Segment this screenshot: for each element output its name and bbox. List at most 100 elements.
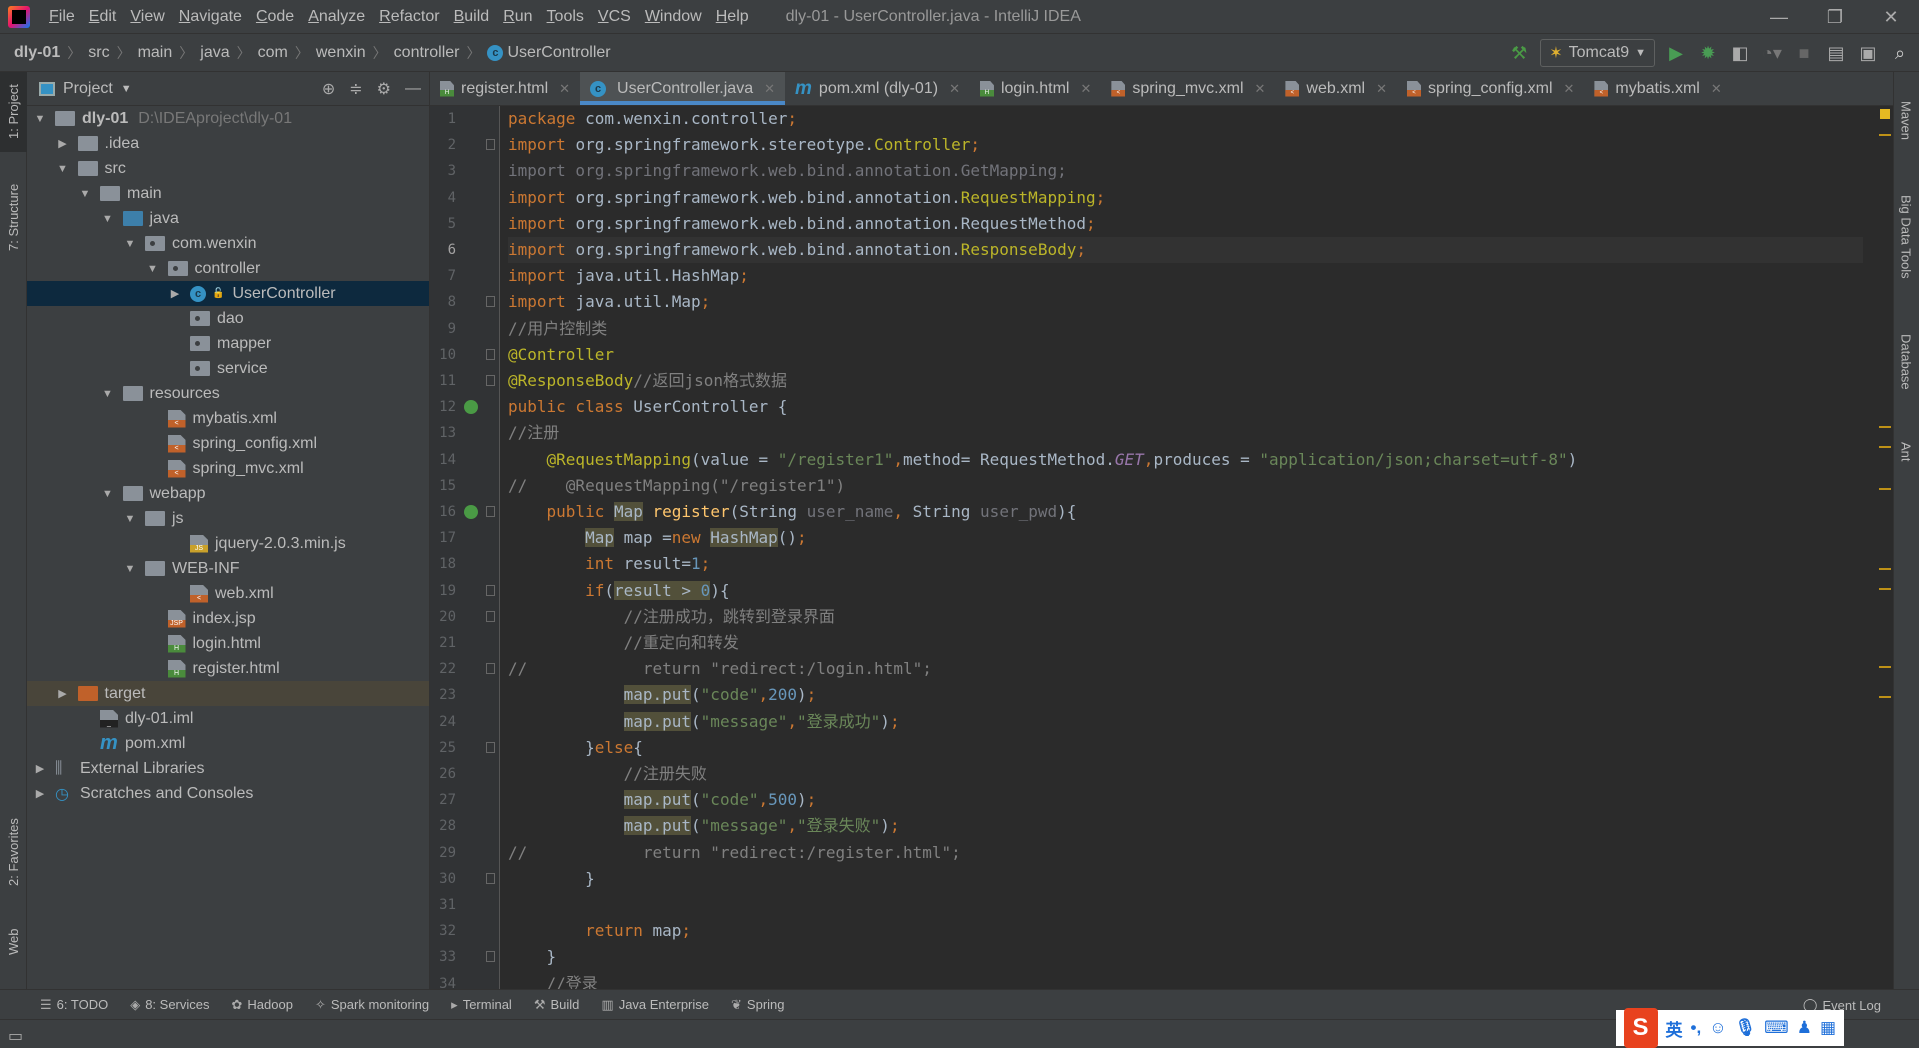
tree-item[interactable]: ▼ js (27, 506, 429, 531)
expand-right-icon[interactable]: ▶ (56, 687, 70, 700)
keyboard-icon[interactable]: ⌨ (1764, 1018, 1789, 1038)
toolbox-icon[interactable]: ▦ (1820, 1018, 1836, 1038)
locate-icon[interactable]: ⊕ (322, 79, 335, 99)
emoji-icon[interactable]: ☺ (1709, 1018, 1726, 1038)
warning-indicator-icon[interactable] (1880, 109, 1890, 119)
breadcrumb-item[interactable]: UserController (507, 44, 610, 62)
breadcrumb-item[interactable]: com (258, 44, 288, 62)
debug-icon[interactable]: ✹ (1697, 43, 1719, 64)
fold-marker-icon[interactable] (486, 610, 495, 622)
tree-item[interactable]: < spring_config.xml (27, 431, 429, 456)
voice-icon[interactable]: 🎙 (1735, 1018, 1757, 1038)
gear-icon[interactable]: ⚙ (377, 79, 391, 99)
close-tab-icon[interactable]: ✕ (1255, 81, 1266, 97)
menu-build[interactable]: Build (447, 8, 497, 26)
menu-code[interactable]: Code (249, 8, 301, 26)
tree-item[interactable]: mapper (27, 331, 429, 356)
expand-down-icon[interactable]: ▼ (101, 213, 115, 225)
fold-marker-icon[interactable] (486, 375, 495, 386)
fold-marker-icon[interactable] (486, 506, 495, 517)
tree-item[interactable]: ▼ resources (27, 381, 429, 406)
tree-item[interactable]: ▶ ⫼ External Libraries (27, 756, 429, 781)
punctuation-icon[interactable]: •, (1691, 1018, 1702, 1038)
tool-tab-big-data-tools[interactable]: Big Data Tools (1893, 172, 1919, 302)
tool-button-spring[interactable]: ❦ Spring (731, 997, 784, 1013)
tab-usercontroller[interactable]: c UserController.java ✕ (580, 72, 786, 105)
error-stripe[interactable] (1877, 106, 1893, 989)
tool-button-hadoop[interactable]: ✿ Hadoop (232, 997, 293, 1013)
expand-down-icon[interactable]: ▼ (56, 163, 70, 175)
menu-vcs[interactable]: VCS (591, 8, 638, 26)
fold-marker-icon[interactable] (486, 951, 495, 963)
tree-item[interactable]: JS jquery-2.0.3.min.js (27, 531, 429, 556)
tree-item[interactable]: ▶ target (27, 681, 429, 706)
close-tab-icon[interactable]: ✕ (1564, 81, 1575, 97)
tree-item[interactable]: dao (27, 306, 429, 331)
menu-tools[interactable]: Tools (540, 8, 591, 26)
tree-item[interactable]: ▶ .idea (27, 131, 429, 156)
tool-tab-database[interactable]: Database (1893, 312, 1919, 412)
profile-icon[interactable]: ◔▾ (1761, 43, 1783, 64)
tree-item[interactable]: < web.xml (27, 581, 429, 606)
tool-windows-toggle-icon[interactable]: ▭ (8, 1026, 23, 1046)
tree-item[interactable]: < mybatis.xml (27, 406, 429, 431)
menu-refactor[interactable]: Refactor (372, 8, 446, 26)
expand-down-icon[interactable]: ▼ (123, 513, 137, 525)
close-tab-icon[interactable]: ✕ (949, 81, 960, 97)
tab-register[interactable]: Hregister.html ✕ (430, 72, 580, 105)
close-tab-icon[interactable]: ✕ (1080, 81, 1091, 97)
tree-item[interactable]: ▶ c 🔓 UserController (27, 281, 429, 306)
breadcrumb-item[interactable]: main (138, 44, 173, 62)
project-structure-icon[interactable]: ▤ (1825, 43, 1847, 64)
menu-help[interactable]: Help (709, 8, 756, 26)
collapse-all-icon[interactable]: ≑ (349, 79, 362, 99)
tree-item[interactable]: ▼ main (27, 181, 429, 206)
tool-tab-project[interactable]: 1: Project (0, 72, 27, 152)
breadcrumb-item[interactable]: controller (394, 44, 460, 62)
coverage-icon[interactable]: ◧ (1729, 43, 1751, 64)
breadcrumb-item[interactable]: dly-01 (14, 44, 60, 62)
tree-item[interactable]: ▼ controller (27, 256, 429, 281)
menu-edit[interactable]: Edit (82, 8, 124, 26)
breadcrumb-item[interactable]: java (200, 44, 229, 62)
menu-window[interactable]: Window (638, 8, 709, 26)
tree-item[interactable]: < spring_mvc.xml (27, 456, 429, 481)
hammer-icon[interactable]: ⚒ (1508, 43, 1530, 64)
expand-right-icon[interactable]: ▶ (168, 287, 182, 300)
search-icon[interactable]: ⌕ (1889, 43, 1911, 64)
fold-marker-icon[interactable] (486, 872, 495, 884)
tree-item[interactable]: _ dly-01.iml (27, 706, 429, 731)
tree-item[interactable]: JSP index.jsp (27, 606, 429, 631)
tree-item[interactable]: m pom.xml (27, 731, 429, 756)
spring-bean-gutter-icon[interactable] (464, 505, 478, 519)
menu-navigate[interactable]: Navigate (172, 8, 249, 26)
expand-down-icon[interactable]: ▼ (33, 113, 47, 125)
tree-item[interactable]: ▼ dly-01 D:\IDEAproject\dly-01 (27, 106, 429, 131)
fold-marker-icon[interactable] (486, 741, 495, 753)
expand-down-icon[interactable]: ▼ (101, 388, 115, 400)
tab-mybatis[interactable]: < mybatis.xml ✕ (1584, 72, 1731, 105)
tree-item[interactable]: ▼ WEB-INF (27, 556, 429, 581)
fold-marker-icon[interactable] (486, 296, 495, 308)
close-button[interactable]: ✕ (1863, 0, 1919, 34)
expand-down-icon[interactable]: ▼ (101, 488, 115, 500)
project-view-select[interactable]: Project (63, 80, 113, 98)
expand-down-icon[interactable]: ▼ (78, 188, 92, 200)
expand-right-icon[interactable]: ▶ (33, 787, 47, 800)
expand-right-icon[interactable]: ▶ (56, 137, 70, 150)
tree-item[interactable]: Hlogin.html (27, 631, 429, 656)
tool-tab-structure[interactable]: 7: Structure (0, 172, 27, 262)
close-tab-icon[interactable]: ✕ (764, 81, 775, 97)
close-tab-icon[interactable]: ✕ (1711, 81, 1722, 97)
run-icon[interactable]: ▶ (1665, 43, 1687, 64)
tree-item[interactable]: ▼ com.wenxin (27, 231, 429, 256)
fold-marker-icon[interactable] (486, 139, 495, 151)
breadcrumb-item[interactable]: src (88, 44, 109, 62)
breadcrumb-item[interactable]: wenxin (316, 44, 366, 62)
tool-button-todo[interactable]: ☰ 6: TODO (40, 997, 108, 1013)
menu-run[interactable]: Run (496, 8, 539, 26)
ime-mode[interactable]: 英 (1666, 1016, 1683, 1041)
menu-analyze[interactable]: Analyze (301, 8, 372, 26)
fold-marker-icon[interactable] (486, 663, 495, 675)
tree-item[interactable]: ▼ webapp (27, 481, 429, 506)
